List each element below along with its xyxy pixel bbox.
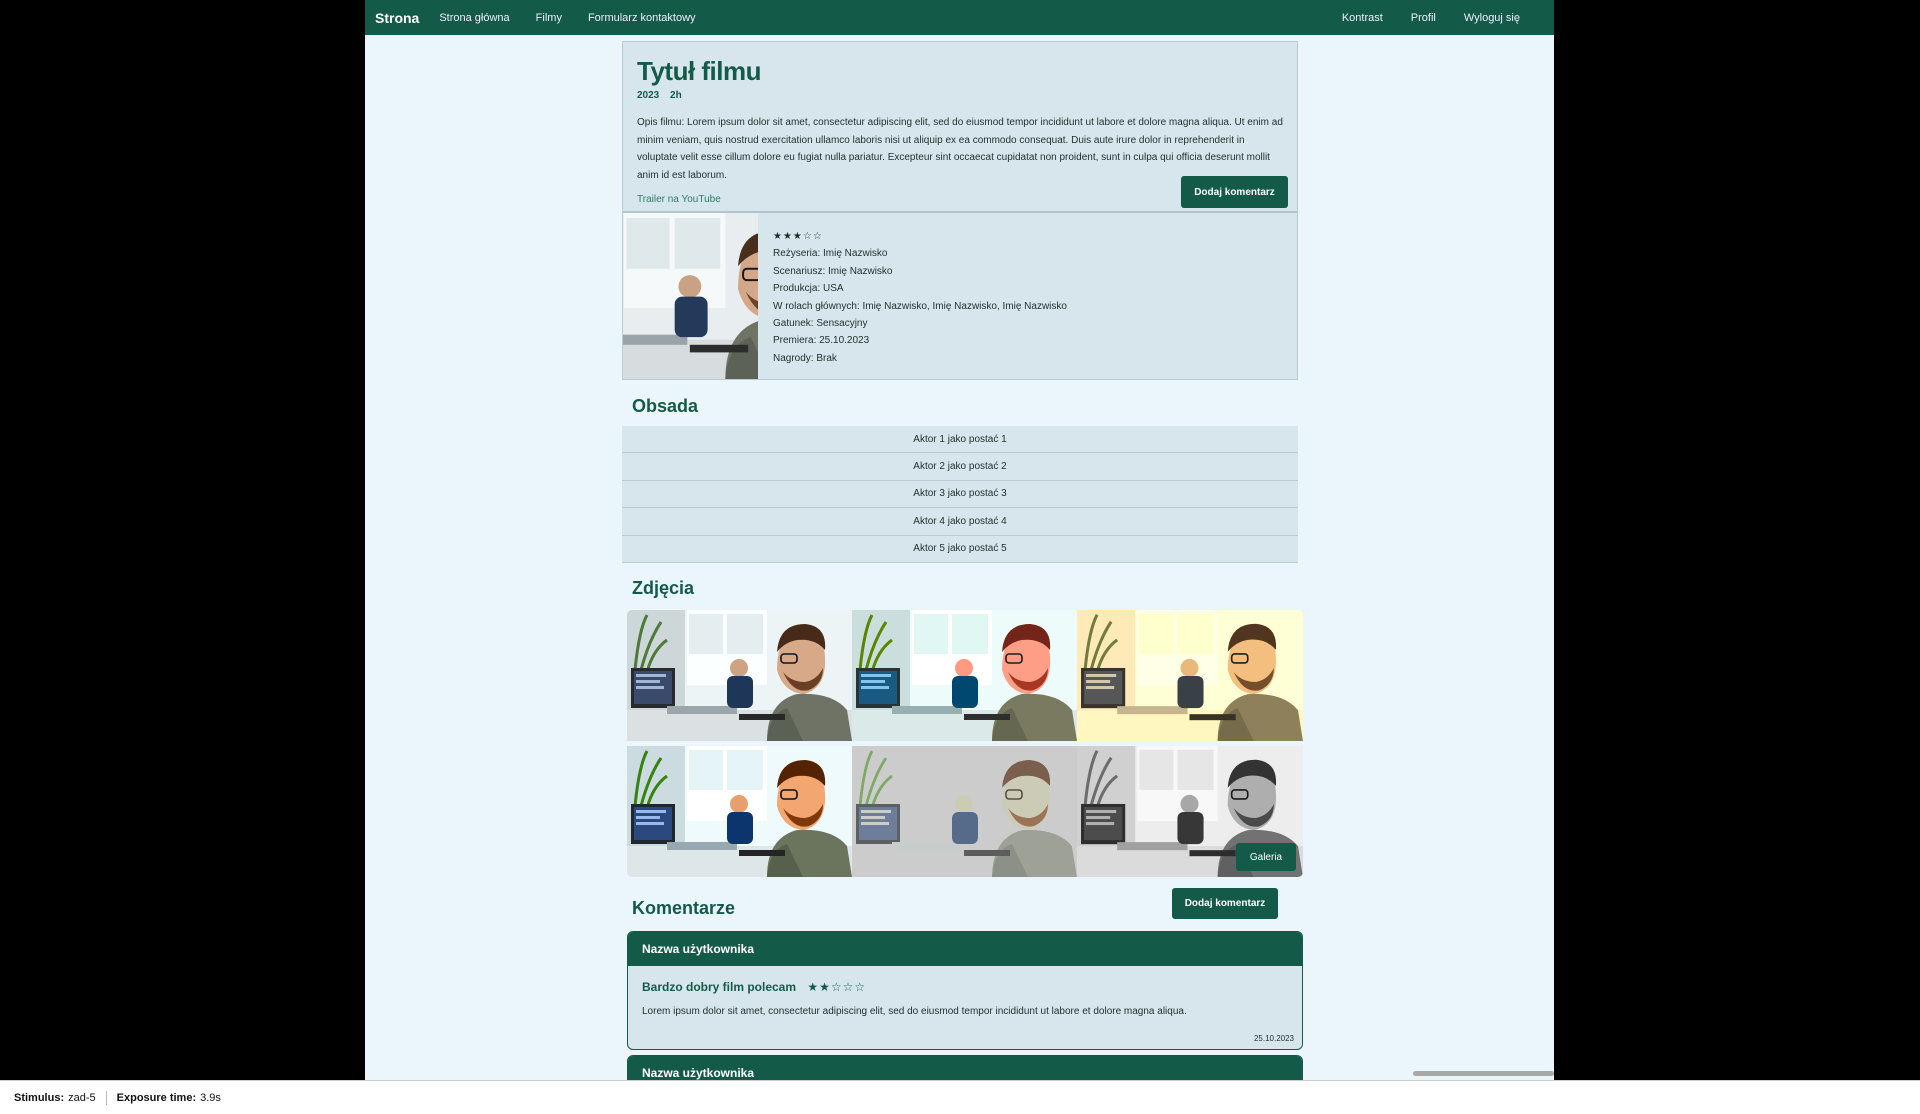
- nav-link-contact-form[interactable]: Formularz kontaktowy: [588, 12, 696, 24]
- movie-poster: [623, 213, 758, 379]
- comment-rating-stars: ★★☆☆☆: [807, 980, 867, 994]
- list-item: Aktor 1 jako postać 1: [622, 426, 1298, 454]
- movie-production: Produkcja: USA: [773, 283, 844, 295]
- photos-section-title: Zdjęcia: [632, 578, 695, 598]
- list-item: Aktor 5 jako postać 5: [622, 535, 1298, 563]
- list-item: Aktor 4 jako postać 4: [622, 508, 1298, 536]
- movie-card: Tytuł filmu 2023 2h Opis filmu: Lorem ip…: [622, 41, 1298, 380]
- gallery-photo-2[interactable]: [852, 610, 1077, 741]
- movie-cast: W rolach głównych: Imię Nazwisko, Imię N…: [773, 300, 1067, 312]
- movie-year: 2023: [637, 90, 660, 101]
- comment-text: Lorem ipsum dolor sit amet, consectetur …: [642, 1006, 1187, 1017]
- gallery-photo-1[interactable]: [627, 610, 852, 741]
- movie-details: ★★★☆☆ Reżyseria: Imię Nazwisko Scenarius…: [773, 228, 1067, 367]
- stimulus-value: zad-5: [68, 1091, 96, 1104]
- top-navbar: Strona Strona główna Filmy Formularz kon…: [365, 0, 1554, 35]
- status-bar: Stimulus: zad-5 Exposure time: 3.9s: [0, 1080, 1920, 1114]
- movie-director: Reżyseria: Imię Nazwisko: [773, 248, 888, 260]
- nav-link-home[interactable]: Strona główna: [439, 12, 509, 24]
- add-comment-button-secondary[interactable]: Dodaj komentarz: [1172, 888, 1278, 919]
- divider: [105, 1090, 107, 1105]
- movie-rating-stars: ★★★☆☆: [773, 231, 823, 242]
- stimulus-label: Stimulus:: [14, 1091, 65, 1104]
- cast-list: Aktor 1 jako postać 1 Aktor 2 jako posta…: [622, 426, 1298, 563]
- comment-title-row: Bardzo dobry film polecam ★★☆☆☆: [642, 980, 866, 994]
- nav-right-group: Kontrast Profil Wyloguj się: [1314, 12, 1544, 24]
- photo-gallery: Galeria: [627, 610, 1303, 877]
- exposure-value: 3.9s: [200, 1091, 221, 1104]
- trailer-link[interactable]: Trailer na YouTube: [637, 194, 721, 205]
- movie-writer: Scenariusz: Imię Nazwisko: [773, 265, 893, 277]
- movie-premiere: Premiera: 25.10.2023: [773, 335, 870, 347]
- brand-logo[interactable]: Strona: [375, 10, 419, 26]
- nav-link-logout[interactable]: Wyloguj się: [1464, 12, 1520, 24]
- movie-title: Tytuł filmu: [637, 56, 762, 86]
- list-item: Aktor 2 jako postać 2: [622, 453, 1298, 481]
- exposure-label: Exposure time:: [116, 1091, 197, 1104]
- nav-link-movies[interactable]: Filmy: [536, 12, 562, 24]
- gallery-photo-5[interactable]: [852, 746, 1077, 877]
- movie-awards: Nagrody: Brak: [773, 352, 837, 364]
- comment-date: 25.10.2023: [1253, 1034, 1294, 1043]
- comment-body: Bardzo dobry film polecam ★★☆☆☆ Lorem ip…: [628, 966, 1302, 1049]
- cast-section-title: Obsada: [632, 396, 699, 416]
- comment-username: Nazwa użytkownika: [628, 1056, 1302, 1080]
- movie-duration: 2h: [670, 90, 682, 101]
- nav-link-profile[interactable]: Profil: [1411, 12, 1436, 24]
- comment-username: Nazwa użytkownika: [628, 932, 1302, 966]
- movie-genre: Gatunek: Sensacyjny: [773, 318, 868, 330]
- gallery-button[interactable]: Galeria: [1236, 843, 1296, 871]
- browser-viewport: Strona Strona główna Filmy Formularz kon…: [365, 0, 1554, 1080]
- nav-link-contrast[interactable]: Kontrast: [1342, 12, 1383, 24]
- comment-card: Nazwa użytkownika Bardzo dobry film pole…: [627, 931, 1303, 1050]
- movie-meta: 2023 2h: [637, 90, 690, 101]
- movie-description: Opis filmu: Lorem ipsum dolor sit amet, …: [637, 117, 1283, 181]
- add-comment-button[interactable]: Dodaj komentarz: [1181, 176, 1288, 208]
- gallery-photo-3[interactable]: [1077, 610, 1303, 741]
- horizontal-scrollbar[interactable]: [1413, 1071, 1554, 1076]
- gallery-photo-4[interactable]: [627, 746, 852, 877]
- comments-section-title: Komentarze: [632, 898, 736, 918]
- comment-card: Nazwa użytkownika: [627, 1055, 1303, 1080]
- list-item: Aktor 3 jako postać 3: [622, 480, 1298, 509]
- comment-title: Bardzo dobry film polecam: [642, 980, 797, 994]
